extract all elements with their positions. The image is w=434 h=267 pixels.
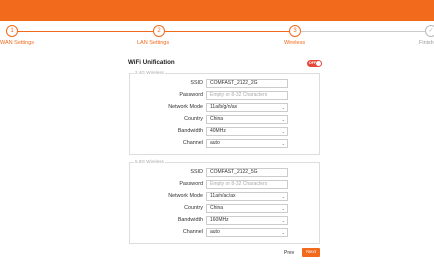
country-5g-select[interactable]: China ⌄ [206, 204, 288, 213]
mode-2g-value: 11a/b/g/n/ax [210, 104, 238, 110]
step-3-icon: 3 [289, 25, 301, 37]
country-2g-select[interactable]: China ⌄ [206, 115, 288, 124]
bandwidth-5g-select[interactable]: 160MHz ⌄ [206, 216, 288, 225]
network-mode-5g-select[interactable]: 11a/n/ac/ax ⌄ [206, 192, 288, 201]
label-2g-channel: Channel [182, 140, 203, 146]
group-5g-legend: 5.8G Wireless [134, 159, 165, 164]
chevron-down-icon: ⌄ [281, 105, 285, 110]
label-2g-password: Password [179, 92, 203, 98]
row-2g-ssid: SSID COMFAST_2122_2G [130, 79, 321, 89]
label-2g-ssid: SSID [190, 80, 203, 86]
wireless-settings-panel: WiFi Unification OFF 2.4G Wireless SSID … [0, 51, 434, 267]
row-5g-channel: Channel auto ⌄ [130, 228, 321, 238]
password-2g-input[interactable]: Empty or 8-32 Characters [206, 91, 288, 100]
chevron-down-icon: ⌄ [281, 230, 285, 235]
step-line-3 [301, 31, 429, 32]
toggle-knob [316, 61, 321, 66]
chevron-down-icon: ⌄ [281, 206, 285, 211]
label-5g-bandwidth: Bandwidth [177, 217, 203, 223]
chevron-down-icon: ⌄ [281, 141, 285, 146]
group-5g-wireless: 5.8G Wireless SSID COMFAST_2122_5G Passw… [129, 159, 321, 244]
country-5g-value: China [210, 205, 224, 211]
row-5g-ssid: SSID COMFAST_2122_5G [130, 168, 321, 178]
mode-5g-value: 11a/n/ac/ax [210, 193, 236, 199]
label-2g-country: Country [184, 116, 203, 122]
channel-5g-value: auto [210, 229, 220, 235]
row-5g-mode: Network Mode 11a/n/ac/ax ⌄ [130, 192, 321, 202]
network-mode-2g-select[interactable]: 11a/b/g/n/ax ⌄ [206, 103, 288, 112]
label-5g-mode: Network Mode [168, 193, 203, 199]
row-2g-channel: Channel auto ⌄ [130, 139, 321, 149]
row-2g-password: Password Empty or 8-32 Characters [130, 91, 321, 101]
row-2g-bandwidth: Bandwidth 40MHz ⌄ [130, 127, 321, 137]
next-button[interactable]: Next [302, 248, 320, 257]
chevron-down-icon: ⌄ [281, 129, 285, 134]
row-5g-country: Country China ⌄ [130, 204, 321, 214]
step-2-icon: 2 [153, 25, 165, 37]
wifi-unification-title: WiFi Unification [128, 59, 175, 66]
wifi-unification-toggle[interactable]: OFF [307, 60, 322, 67]
step-label-wireless: Wireless [284, 40, 306, 46]
row-2g-mode: Network Mode 11a/b/g/n/ax ⌄ [130, 103, 321, 113]
step-line-2 [165, 31, 295, 32]
group-2g-legend: 2.4G Wireless [134, 70, 165, 75]
row-5g-bandwidth: Bandwidth 160MHz ⌄ [130, 216, 321, 226]
step-1-icon: 1 [6, 25, 18, 37]
row-5g-password: Password Empty or 8-32 Characters [130, 180, 321, 190]
channel-2g-value: auto [210, 140, 220, 146]
password-5g-input[interactable]: Empty or 8-32 Characters [206, 180, 288, 189]
step-label-lan: LAN Settings [137, 40, 170, 46]
label-5g-country: Country [184, 205, 203, 211]
chevron-down-icon: ⌄ [281, 117, 285, 122]
group-2g-wireless: 2.4G Wireless SSID COMFAST_2122_2G Passw… [129, 70, 321, 155]
step-label-finish: Finish [419, 40, 434, 46]
label-2g-mode: Network Mode [168, 104, 203, 110]
chevron-down-icon: ⌄ [281, 194, 285, 199]
label-5g-channel: Channel [182, 229, 203, 235]
label-5g-password: Password [179, 181, 203, 187]
bandwidth-5g-value: 160MHz [210, 217, 229, 223]
country-2g-value: China [210, 116, 224, 122]
setup-wizard-steps: 1 WAN Settings 2 LAN Settings 3 Wireless… [0, 21, 434, 51]
channel-2g-select[interactable]: auto ⌄ [206, 139, 288, 148]
channel-5g-select[interactable]: auto ⌄ [206, 228, 288, 237]
ssid-5g-input[interactable]: COMFAST_2122_5G [206, 168, 288, 177]
step-finish-check-icon: ✓ [425, 25, 434, 37]
bandwidth-2g-value: 40MHz [210, 128, 226, 134]
row-2g-country: Country China ⌄ [130, 115, 321, 125]
step-line-1 [12, 31, 153, 32]
chevron-down-icon: ⌄ [281, 218, 285, 223]
top-header-bar [0, 0, 434, 21]
label-2g-bandwidth: Bandwidth [177, 128, 203, 134]
label-5g-ssid: SSID [190, 169, 203, 175]
ssid-2g-input[interactable]: COMFAST_2122_2G [206, 79, 288, 88]
step-label-wan: WAN Settings [0, 40, 35, 46]
prev-button[interactable]: Prev [284, 250, 294, 256]
bandwidth-2g-select[interactable]: 40MHz ⌄ [206, 127, 288, 136]
